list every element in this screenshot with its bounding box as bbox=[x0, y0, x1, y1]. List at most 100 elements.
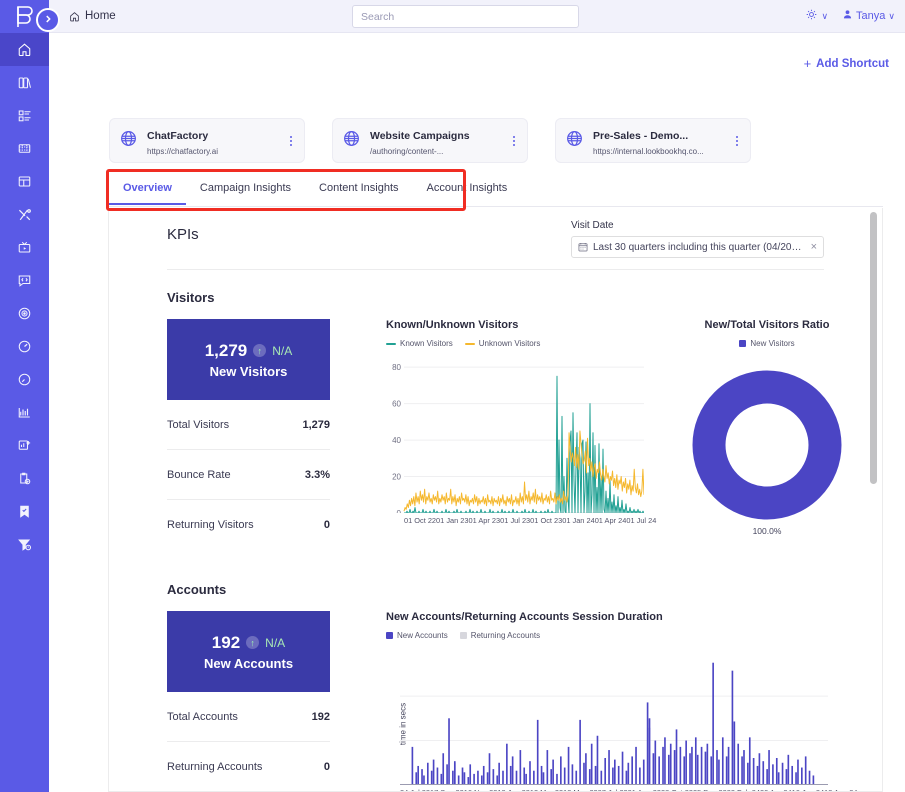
search-input[interactable] bbox=[352, 5, 579, 28]
shortcut-url: https://chatfactory.ai bbox=[147, 146, 218, 156]
accounts-kpi-column: 192 ↑ N/A New Accounts Total Accounts 19… bbox=[167, 611, 330, 791]
legend-item-unknown-visitors[interactable]: Unknown Visitors bbox=[464, 339, 541, 348]
kpi-label: Returning Visitors bbox=[167, 519, 254, 531]
sidebar-item-new-report[interactable] bbox=[0, 429, 49, 462]
sidebar-item-messages[interactable] bbox=[0, 264, 49, 297]
home-icon bbox=[17, 42, 32, 57]
chart-legend: Known Visitors Unknown Visitors bbox=[386, 339, 644, 348]
bar-chart-icon bbox=[17, 405, 32, 420]
application-root: Home ∨ bbox=[0, 0, 905, 792]
x-tick-label: 12 May 23 bbox=[563, 788, 598, 791]
clear-filter-icon[interactable]: × bbox=[811, 241, 817, 253]
bookmark-check-icon bbox=[17, 504, 32, 519]
legend-item-new-accounts[interactable]: New Accounts bbox=[386, 631, 448, 640]
top-bar: Home ∨ bbox=[49, 0, 905, 33]
trend-up-icon: ↑ bbox=[246, 636, 260, 649]
legend-item-returning-accounts[interactable]: Returning Accounts bbox=[459, 631, 540, 640]
legend-swatch bbox=[459, 632, 467, 639]
donut-graphic bbox=[692, 370, 842, 520]
legend-item-new-visitors[interactable]: New Visitors bbox=[739, 339, 795, 348]
x-tick-label: 01 Oct 23 bbox=[530, 516, 563, 525]
chart-title: New/Total Visitors Ratio bbox=[704, 319, 830, 331]
x-tick-label: 31 Aug 23 bbox=[628, 788, 661, 791]
sidebar-item-analytics[interactable] bbox=[0, 396, 49, 429]
panel-scrollbar-thumb[interactable] bbox=[870, 212, 877, 484]
tab-account-insights[interactable]: Account Insights bbox=[413, 174, 522, 205]
sidebar-item-insights[interactable] bbox=[0, 363, 49, 396]
tab-campaign-insights[interactable]: Campaign Insights bbox=[186, 174, 305, 205]
shortcut-menu-icon[interactable] bbox=[287, 135, 295, 146]
sidebar-item-tasks[interactable] bbox=[0, 462, 49, 495]
legend-swatch bbox=[386, 632, 393, 639]
shortcut-title: Pre-Sales - Demo... bbox=[593, 129, 689, 142]
sidebar-item-funnels[interactable] bbox=[0, 528, 49, 561]
sidebar-item-performance[interactable] bbox=[0, 330, 49, 363]
known-unknown-visitors-chart: Known/Unknown Visitors Known Visitors Un… bbox=[386, 319, 656, 550]
shortcut-card[interactable]: Website Campaigns /authoring/content-... bbox=[332, 118, 528, 163]
visit-date-select[interactable]: Last 30 quarters including this quarter … bbox=[571, 236, 824, 258]
chevron-right-icon bbox=[43, 11, 53, 29]
globe-icon bbox=[565, 129, 584, 153]
sidebar-item-saved[interactable] bbox=[0, 495, 49, 528]
kpi-row-returning-accounts: Returning Accounts 0 bbox=[167, 742, 330, 791]
svg-text:60: 60 bbox=[392, 400, 401, 409]
legend-swatch bbox=[464, 342, 475, 345]
sidebar-item-broadcasts[interactable] bbox=[0, 231, 49, 264]
x-tick-label: 01 Jul 24 bbox=[626, 516, 657, 525]
shortcut-card[interactable]: Pre-Sales - Demo... https://internal.loo… bbox=[555, 118, 751, 163]
sidebar-item-library[interactable] bbox=[0, 66, 49, 99]
chart-plot-area: 020406080 bbox=[386, 358, 644, 513]
legend-item-known-visitors[interactable]: Known Visitors bbox=[386, 339, 453, 348]
x-tick-label: 01 Apr 24 bbox=[594, 516, 627, 525]
sidebar-item-pages[interactable] bbox=[0, 165, 49, 198]
dashboard-grid-icon bbox=[17, 108, 32, 123]
content-area: + Add Shortcut ChatFactory https://chatf… bbox=[49, 33, 905, 792]
search-box[interactable] bbox=[352, 5, 579, 28]
clipboard-check-icon bbox=[17, 471, 32, 486]
kpi-row-bounce-rate: Bounce Rate 3.3% bbox=[167, 450, 330, 500]
sidebar-item-tools[interactable] bbox=[0, 198, 49, 231]
legend-label: Known Visitors bbox=[400, 339, 453, 348]
chart-title: Known/Unknown Visitors bbox=[386, 319, 519, 331]
user-menu[interactable]: Tanya ∨ bbox=[842, 9, 895, 23]
legend-label: Unknown Visitors bbox=[478, 339, 541, 348]
shortcut-url: /authoring/content-... bbox=[370, 146, 444, 156]
visitors-hero-card: 1,279 ↑ N/A New Visitors bbox=[167, 319, 330, 400]
sidebar-item-media[interactable] bbox=[0, 132, 49, 165]
x-tick-label: 17 Sep 22 bbox=[430, 788, 464, 791]
globe-icon bbox=[119, 129, 138, 153]
film-strip-icon bbox=[17, 141, 32, 156]
visitors-hero-trend: N/A bbox=[272, 343, 293, 358]
sidebar-item-targeting[interactable] bbox=[0, 297, 49, 330]
tab-overview[interactable]: Overview bbox=[109, 174, 186, 205]
shortcut-card[interactable]: ChatFactory https://chatfactory.ai bbox=[109, 118, 305, 163]
shortcut-title: ChatFactory bbox=[147, 129, 209, 142]
tab-content-insights[interactable]: Content Insights bbox=[305, 174, 413, 205]
settings-menu[interactable]: ∨ bbox=[805, 8, 828, 24]
shortcut-menu-icon[interactable] bbox=[733, 135, 741, 146]
shortcut-menu-icon[interactable] bbox=[510, 135, 518, 146]
x-tick-label: 12 Mar 23 bbox=[530, 788, 563, 791]
panel-content: KPIs Visit Date Last 30 quarters includi… bbox=[109, 208, 882, 791]
sidebar-item-home[interactable] bbox=[0, 33, 49, 66]
sidebar-expand-button[interactable] bbox=[36, 8, 60, 32]
accounts-hero-card: 192 ↑ N/A New Accounts bbox=[167, 611, 330, 692]
sidebar-item-dashboards[interactable] bbox=[0, 99, 49, 132]
x-tick-label: 01 Oct 22 bbox=[404, 516, 437, 525]
x-tick-label: 07 Jul 23 bbox=[598, 788, 628, 791]
add-shortcut-button[interactable]: + Add Shortcut bbox=[804, 56, 889, 71]
visitors-hero-label: New Visitors bbox=[209, 363, 288, 379]
breadcrumb[interactable]: Home bbox=[69, 10, 116, 22]
accounts-hero-trend: N/A bbox=[265, 635, 286, 650]
kpi-row-total-visitors: Total Visitors 1,279 bbox=[167, 400, 330, 450]
panel-scrollbar[interactable] bbox=[870, 212, 877, 785]
legend-swatch bbox=[739, 340, 747, 347]
section-title-accounts: Accounts bbox=[167, 582, 227, 597]
chart-add-icon bbox=[17, 438, 32, 453]
book-icon bbox=[17, 75, 32, 90]
legend-swatch bbox=[386, 342, 396, 345]
chart-x-axis: 01 Oct 22 01 Jan 23 01 Apr 23 01 Jul 23 01 O… bbox=[404, 516, 656, 525]
chart-title: New Accounts/Returning Accounts Session … bbox=[386, 611, 663, 623]
kpi-value: 0 bbox=[323, 761, 330, 773]
window-layout-icon bbox=[17, 174, 32, 189]
